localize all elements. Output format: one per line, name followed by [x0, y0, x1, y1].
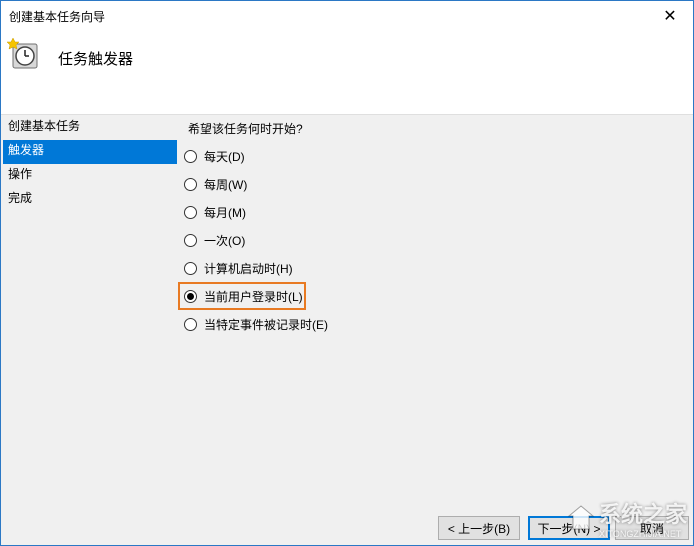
radio-monthly[interactable]: 每月(M) — [184, 201, 246, 223]
trigger-content: 希望该任务何时开始? 每天(D) 每周(W) 每月(M) 一次(O) 计算机启动… — [181, 115, 693, 510]
cancel-button[interactable]: 取消 — [615, 516, 689, 540]
radio-daily[interactable]: 每天(D) — [184, 145, 245, 167]
radio-at-logon[interactable]: 当前用户登录时(L) — [184, 285, 303, 307]
clock-icon — [6, 37, 41, 71]
radio-label-at-startup: 计算机启动时(H) — [204, 261, 293, 276]
wizard-header: 任务触发器 — [1, 31, 693, 115]
radio-button[interactable] — [184, 149, 197, 163]
nav-item-trigger[interactable]: 触发器 — [3, 140, 177, 164]
trigger-question: 希望该任务何时开始? — [188, 122, 303, 136]
radio-button[interactable] — [184, 233, 197, 247]
radio-button[interactable] — [184, 317, 197, 331]
radio-at-startup[interactable]: 计算机启动时(H) — [184, 257, 293, 279]
nav-item-action[interactable]: 操作 — [3, 164, 177, 188]
radio-weekly[interactable]: 每周(W) — [184, 173, 247, 195]
radio-button[interactable] — [184, 205, 197, 219]
radio-on-event[interactable]: 当特定事件被记录时(E) — [184, 313, 328, 335]
wizard-footer: < 上一步(B) 下一步(N) > 取消 — [1, 510, 693, 545]
radio-label-on-event: 当特定事件被记录时(E) — [204, 317, 328, 332]
back-button[interactable]: < 上一步(B) — [438, 516, 520, 540]
nav-item-create-task[interactable]: 创建基本任务 — [3, 116, 177, 140]
radio-button[interactable] — [184, 261, 197, 275]
page-title: 任务触发器 — [58, 51, 134, 68]
window-title: 创建基本任务向导 — [9, 9, 106, 24]
radio-label-weekly: 每周(W) — [204, 177, 248, 192]
nav-item-finish[interactable]: 完成 — [3, 188, 177, 212]
radio-label-monthly: 每月(M) — [204, 205, 246, 220]
next-button[interactable]: 下一步(N) > — [528, 516, 610, 540]
radio-button[interactable] — [184, 177, 197, 191]
wizard-steps-nav: 创建基本任务 触发器 操作 完成 — [1, 115, 179, 510]
wizard-window: 创建基本任务向导 ✕ 任务触发器 创建基本任务 触发器 操作 完成 希望该任务何… — [0, 0, 694, 546]
radio-once[interactable]: 一次(O) — [184, 229, 245, 251]
radio-label-at-logon: 当前用户登录时(L) — [204, 289, 303, 304]
radio-label-once: 一次(O) — [204, 233, 246, 248]
radio-button-checked[interactable] — [184, 289, 197, 303]
title-bar: 创建基本任务向导 ✕ — [1, 1, 693, 31]
close-icon[interactable]: ✕ — [647, 1, 693, 31]
radio-label-daily: 每天(D) — [204, 149, 245, 164]
